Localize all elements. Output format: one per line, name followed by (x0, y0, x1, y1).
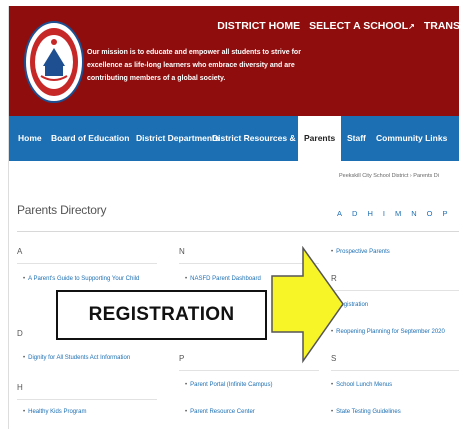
external-link-icon: ↗ (408, 22, 415, 31)
divider (331, 370, 459, 371)
mission-line: Our mission is to educate and empower al… (87, 49, 301, 56)
link-parent-portal[interactable]: Parent Portal (Infinite Campus) (185, 382, 272, 388)
select-school-link[interactable]: SELECT A SCHOOL↗ (309, 20, 415, 32)
alpha-letter[interactable]: M (395, 209, 401, 218)
callout-label: REGISTRATION (88, 304, 235, 325)
nav-board-of-education[interactable]: Board of Education (51, 116, 129, 161)
alpha-letter[interactable]: H (367, 209, 372, 218)
nav-home[interactable]: Home (18, 116, 42, 161)
mission-line: contributing members of a global society… (87, 75, 226, 82)
nav-community-links[interactable]: Community Links (376, 116, 447, 161)
breadcrumb: Peekskill City School District › Parents… (339, 173, 439, 179)
divider (331, 290, 459, 291)
link-school-lunch-menus[interactable]: School Lunch Menus (331, 382, 392, 388)
main-nav: Home Board of Education District Departm… (9, 116, 459, 161)
nav-staff[interactable]: Staff (347, 116, 366, 161)
alpha-letter[interactable]: P (442, 209, 447, 218)
screenshot-frame: Our mission is to educate and empower al… (0, 0, 459, 433)
divider (17, 263, 157, 264)
divider (17, 399, 157, 400)
select-school-label: SELECT A SCHOOL (309, 20, 409, 32)
alpha-index: A D H I M N O P (337, 209, 447, 218)
link-healthy-kids[interactable]: Healthy Kids Program (23, 409, 86, 415)
mission-line: excellence as life-long learners who emb… (87, 62, 295, 69)
link-state-testing[interactable]: State Testing Guidelines (331, 409, 401, 415)
nav-district-departments[interactable]: District Departments (136, 116, 220, 161)
link-parents-guide[interactable]: A Parent's Guide to Supporting Your Chil… (23, 276, 139, 282)
link-nasfd-dashboard[interactable]: NASFD Parent Dashboard (185, 276, 261, 282)
alpha-letter[interactable]: D (352, 209, 357, 218)
alpha-letter[interactable]: I (383, 209, 385, 218)
section-heading-a: A (17, 247, 23, 256)
browser-viewport: Our mission is to educate and empower al… (8, 6, 459, 429)
mission-statement: Our mission is to educate and empower al… (87, 46, 301, 85)
section-heading-n: N (179, 247, 185, 256)
breadcrumb-separator: › (409, 173, 412, 179)
section-heading-h: H (17, 383, 23, 392)
alpha-letter[interactable]: A (337, 209, 342, 218)
link-parent-resource-center[interactable]: Parent Resource Center (185, 409, 255, 415)
link-reopening-planning[interactable]: Reopening Planning for September 2020 (331, 329, 445, 335)
breadcrumb-root[interactable]: Peekskill City School District (339, 173, 408, 179)
nav-parents[interactable]: Parents (298, 116, 342, 161)
translate-link[interactable]: TRANS (424, 20, 459, 32)
section-heading-d: D (17, 329, 23, 338)
registration-callout: REGISTRATION (56, 290, 267, 340)
alpha-letter[interactable]: O (427, 209, 433, 218)
district-logo[interactable] (23, 18, 85, 106)
site-header: Our mission is to educate and empower al… (9, 6, 459, 116)
utility-nav: DISTRICT HOME SELECT A SCHOOL↗ TRANS (217, 20, 459, 32)
yellow-arrow-icon (271, 246, 344, 364)
district-home-link[interactable]: DISTRICT HOME (217, 20, 300, 32)
divider (17, 231, 459, 232)
section-heading-p: P (179, 354, 185, 363)
page-title: Parents Directory (17, 203, 107, 217)
link-dignity-act[interactable]: Dignity for All Students Act Information (23, 355, 130, 361)
alpha-letter[interactable]: N (411, 209, 416, 218)
breadcrumb-current: Parents Di (413, 173, 439, 179)
divider (179, 370, 319, 371)
